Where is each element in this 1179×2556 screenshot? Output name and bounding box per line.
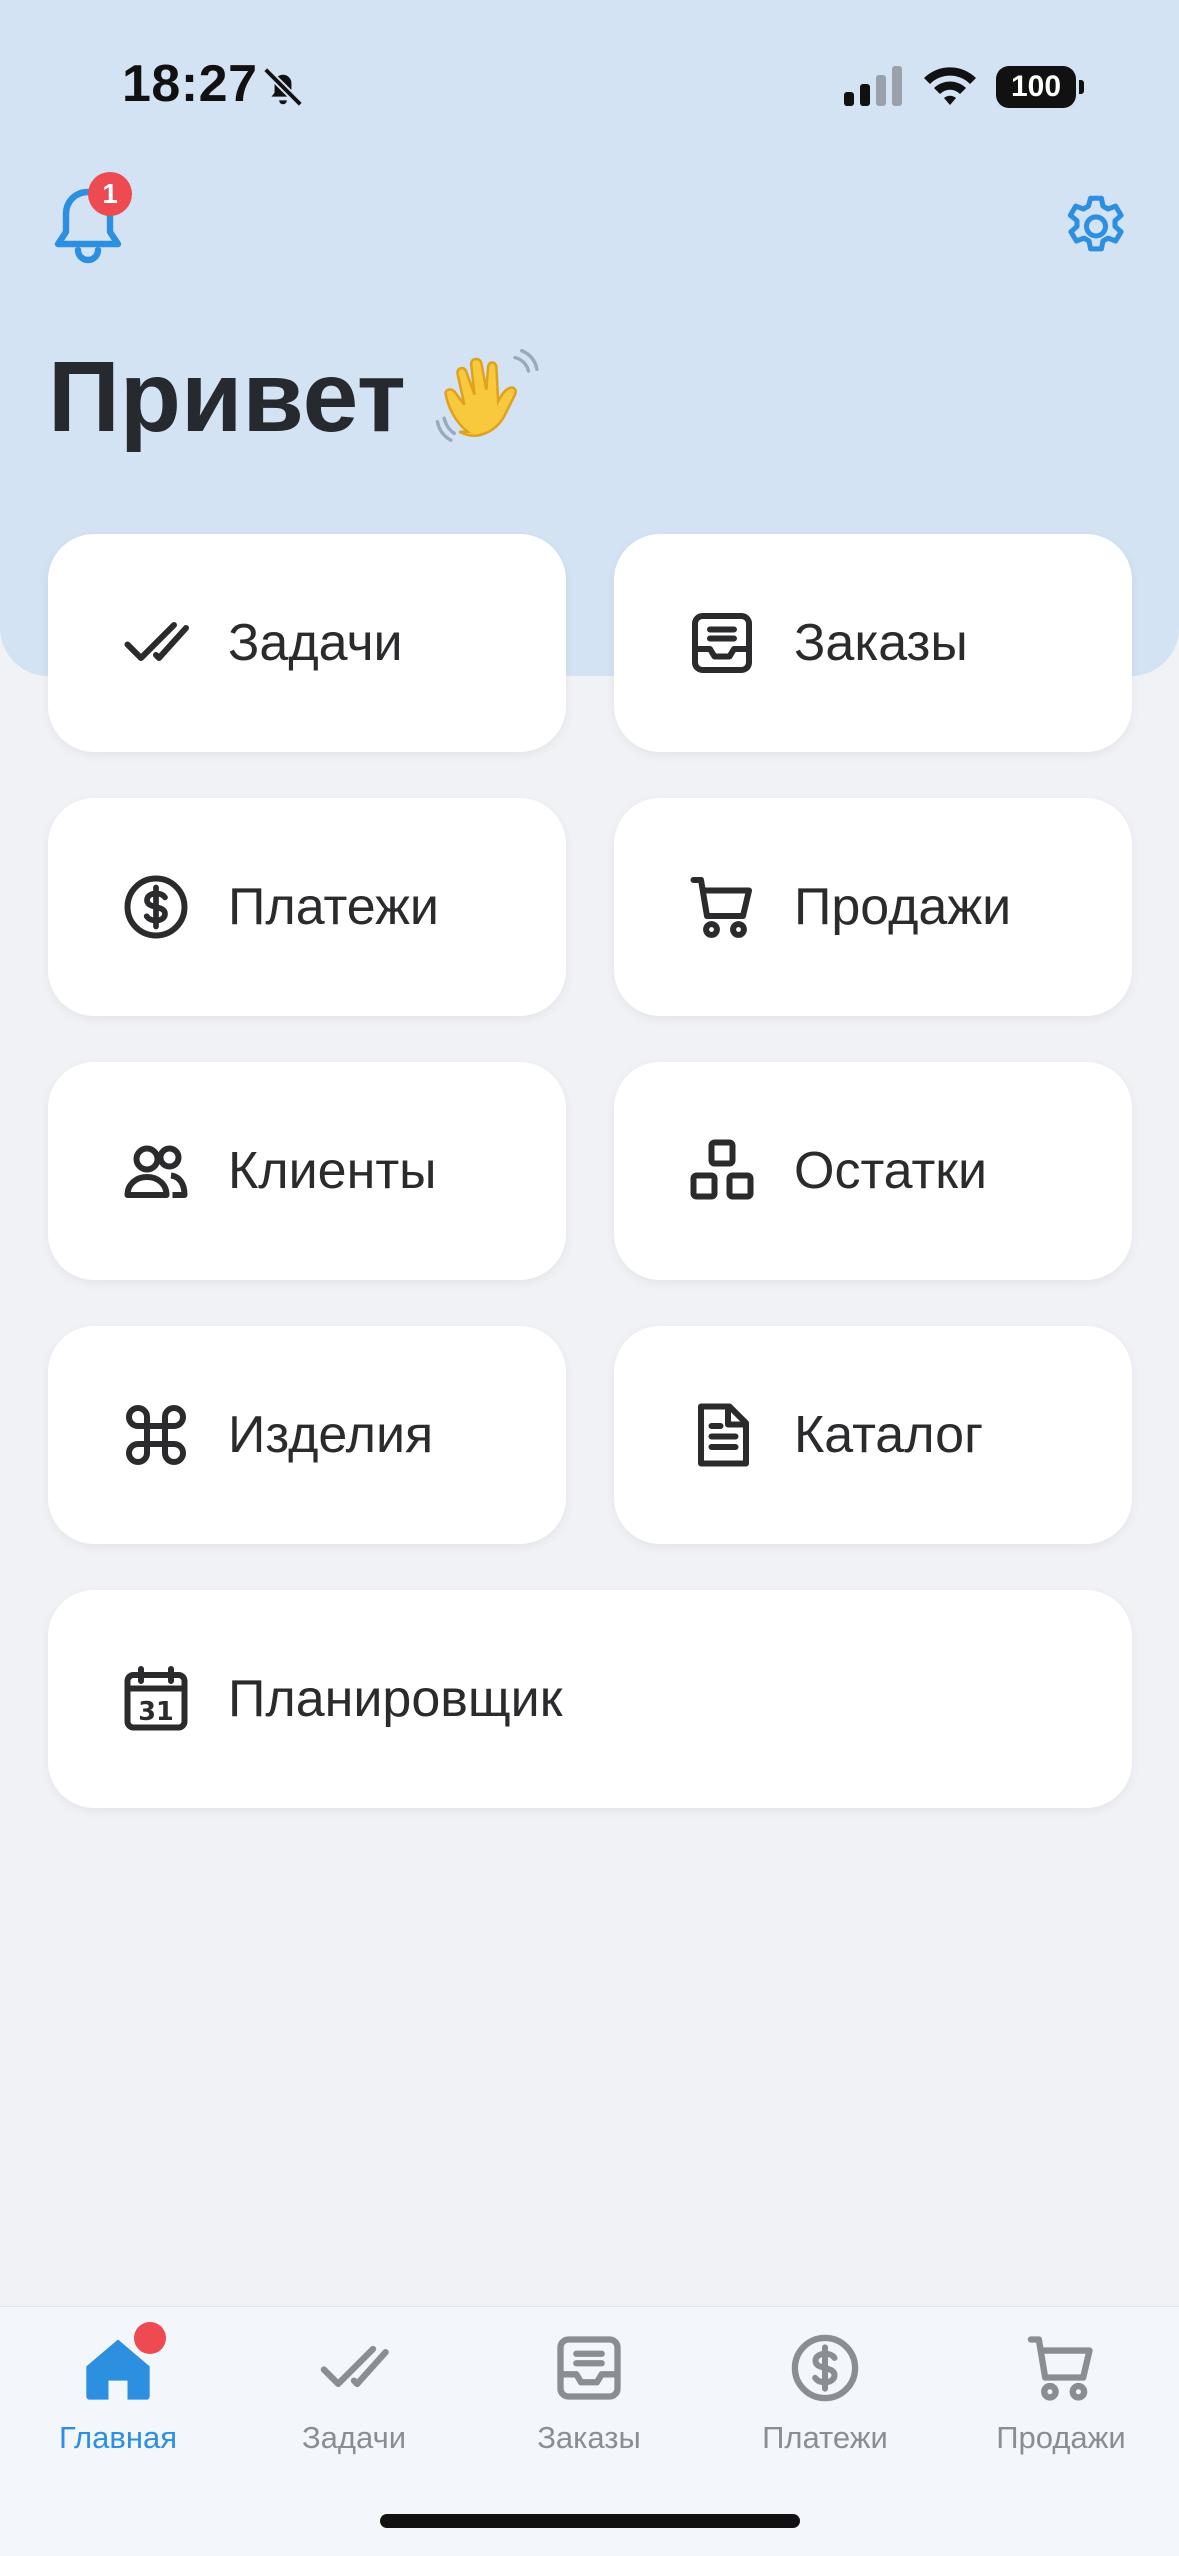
tile-label: Платежи <box>228 878 439 936</box>
svg-text:31: 31 <box>138 1697 174 1727</box>
tab-label: Платежи <box>762 2420 888 2455</box>
users-icon <box>124 1145 188 1198</box>
cart-icon <box>1027 2336 1093 2401</box>
notification-badge: 1 <box>88 172 132 216</box>
cellular-signal-icon <box>844 66 902 106</box>
greeting-title: Привет <box>48 340 542 455</box>
home-tab-badge <box>134 2322 166 2354</box>
document-icon <box>698 1403 749 1467</box>
tile-label: Каталог <box>794 1406 984 1464</box>
tile-label: Задачи <box>228 614 403 672</box>
home-indicator <box>380 2514 800 2528</box>
tab-label: Главная <box>59 2420 177 2455</box>
tab-home[interactable]: Главная <box>0 2320 236 2460</box>
battery-tip <box>1079 80 1084 94</box>
tile-tasks[interactable]: Задачи <box>48 534 566 752</box>
tile-planner[interactable]: 31 Планировщик <box>48 1590 1132 1808</box>
check-icon <box>124 622 189 661</box>
dollar-circle-icon <box>791 2334 859 2402</box>
cart-icon <box>690 877 752 938</box>
status-time: 18:27 <box>122 55 258 113</box>
tab-sales[interactable]: Продажи <box>943 2320 1179 2460</box>
tile-catalog[interactable]: Каталог <box>614 1326 1132 1544</box>
tile-payments[interactable]: Платежи <box>48 798 566 1016</box>
tile-products[interactable]: Изделия <box>48 1326 566 1544</box>
tab-label: Продажи <box>996 2420 1126 2455</box>
tile-stock[interactable]: Остатки <box>614 1062 1132 1280</box>
wifi-icon <box>924 67 976 105</box>
battery-indicator: 100 <box>996 66 1076 108</box>
silent-mode-icon <box>263 67 303 107</box>
tile-clients[interactable]: Клиенты <box>48 1062 566 1280</box>
tab-orders[interactable]: Заказы <box>471 2320 707 2460</box>
tile-label: Изделия <box>228 1406 434 1464</box>
tab-payments[interactable]: Платежи <box>707 2320 943 2460</box>
tile-orders[interactable]: Заказы <box>614 534 1132 752</box>
check-icon <box>320 2345 389 2387</box>
waving-hand-icon <box>435 348 539 442</box>
calendar-icon: 31 <box>124 1666 188 1731</box>
tile-label: Клиенты <box>228 1142 437 1200</box>
dollar-circle-icon <box>124 875 188 939</box>
tab-label: Заказы <box>537 2420 641 2455</box>
gear-icon[interactable] <box>1058 190 1134 266</box>
inbox-icon <box>557 2336 621 2400</box>
tile-label: Планировщик <box>228 1670 563 1728</box>
boxes-icon <box>690 1139 754 1200</box>
greeting-text: Привет <box>48 341 406 453</box>
inbox-icon <box>692 613 752 673</box>
tile-label: Заказы <box>794 614 968 672</box>
tile-label: Остатки <box>794 1142 988 1200</box>
tab-label: Задачи <box>301 2420 407 2455</box>
tab-tasks[interactable]: Задачи <box>236 2320 472 2460</box>
tile-sales[interactable]: Продажи <box>614 798 1132 1016</box>
command-icon <box>126 1405 186 1465</box>
tile-label: Продажи <box>794 878 1012 936</box>
